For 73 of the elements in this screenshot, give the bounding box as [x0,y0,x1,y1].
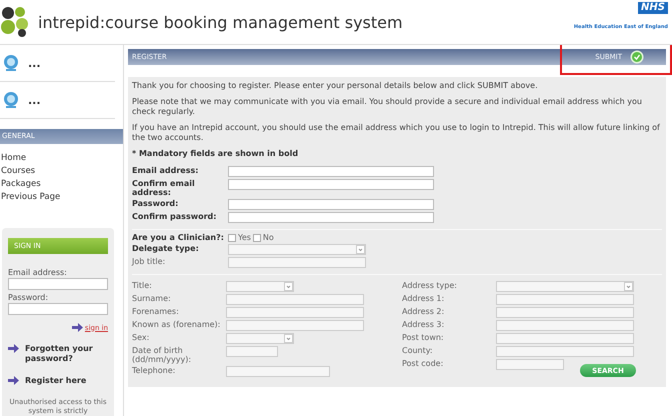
dropdown[interactable] [226,281,294,292]
field-label: Confirm password: [132,212,218,221]
input-field[interactable] [496,307,634,318]
input-field[interactable] [226,320,364,331]
monitor-icon [2,54,20,72]
field-label: Sex: [132,333,150,342]
field-label: Password: [8,293,50,302]
radio-label: Yes [238,233,251,242]
input-field[interactable] [8,303,108,315]
dropdown[interactable] [496,281,634,292]
caret-icon [624,282,633,291]
input-field[interactable] [226,307,364,318]
app-title: intrepid:course booking management system [38,12,403,32]
shortcut-label[interactable]: ... [28,94,41,106]
input-field[interactable] [226,366,330,377]
nav-link[interactable]: Packages [1,178,41,191]
shortcut-label[interactable]: ... [28,56,41,70]
field-label: Email address: [132,166,200,175]
mandatory-note: * Mandatory fields are shown in bold [132,149,300,159]
dropdown[interactable] [228,244,366,255]
nhs-logo: NHS [638,2,668,14]
link[interactable]: Register here [25,376,86,386]
field-label: Job title: [132,257,166,266]
field-label: Post code: [402,359,444,368]
radio-button[interactable] [252,234,261,242]
field-label: Title: [132,281,153,290]
field-label: Address 3: [402,320,446,329]
field-label: County: [402,346,434,355]
field-label: Post town: [402,333,445,342]
input-field[interactable] [228,199,434,210]
nav-link[interactable]: Courses [1,165,36,178]
caret-icon [356,245,365,254]
field-label: Address 2: [402,307,446,316]
field-label: Known as (forename): [132,320,222,329]
link[interactable]: Forgotten your password? [25,344,108,364]
field-label: Forenames: [132,307,180,316]
field-label: Password: [132,199,180,208]
input-field[interactable] [8,278,108,290]
monitor-icon [2,91,20,109]
field-label: Delegate type: [132,244,200,253]
input-field[interactable] [228,257,366,268]
field-label: Surname: [132,294,172,303]
input-field[interactable] [496,333,634,344]
dropdown[interactable] [226,333,294,344]
input-field[interactable] [496,346,634,357]
caret-icon [284,282,293,291]
nav-link[interactable]: Home [1,152,26,165]
field-label: Telephone: [132,366,176,375]
input-field[interactable] [228,166,434,177]
field-label: Address type: [402,281,458,290]
caret-icon [284,334,293,343]
input-field[interactable] [228,212,434,223]
input-field[interactable] [496,320,634,331]
field-label: Are you a Clinician?: [132,233,225,242]
arrow-icon [8,376,19,385]
arrow-icon [72,323,83,332]
intro-text: If you have an Intrepid account, you should use the email address which you use to login to Intrepid. This will allow future linking of the two accounts. [132,123,661,143]
radio-button[interactable] [228,234,236,242]
nav-link[interactable]: Previous Page [1,191,60,204]
input-field[interactable] [496,294,634,305]
field-label: Date of birth (dd/mm/yyyy): [132,346,192,364]
field-label: Address 1: [402,294,446,303]
date-field[interactable] [226,346,278,357]
confirm-icon [630,50,644,64]
field-label: Confirm email address: [132,179,196,197]
intro-text: Thank you for choosing to register. Please enter your personal details below and click SUBMIT above. [132,81,539,91]
input-field[interactable] [228,179,434,190]
radio-label: No [262,233,274,242]
input-field[interactable] [496,359,564,370]
input-field[interactable] [226,294,364,305]
arrow-icon [8,344,19,353]
field-label: Email address: [8,268,68,277]
intro-text: Please note that we may communicate with you via email. You should provide a secure and individual email address which you check regularly. [132,97,643,117]
